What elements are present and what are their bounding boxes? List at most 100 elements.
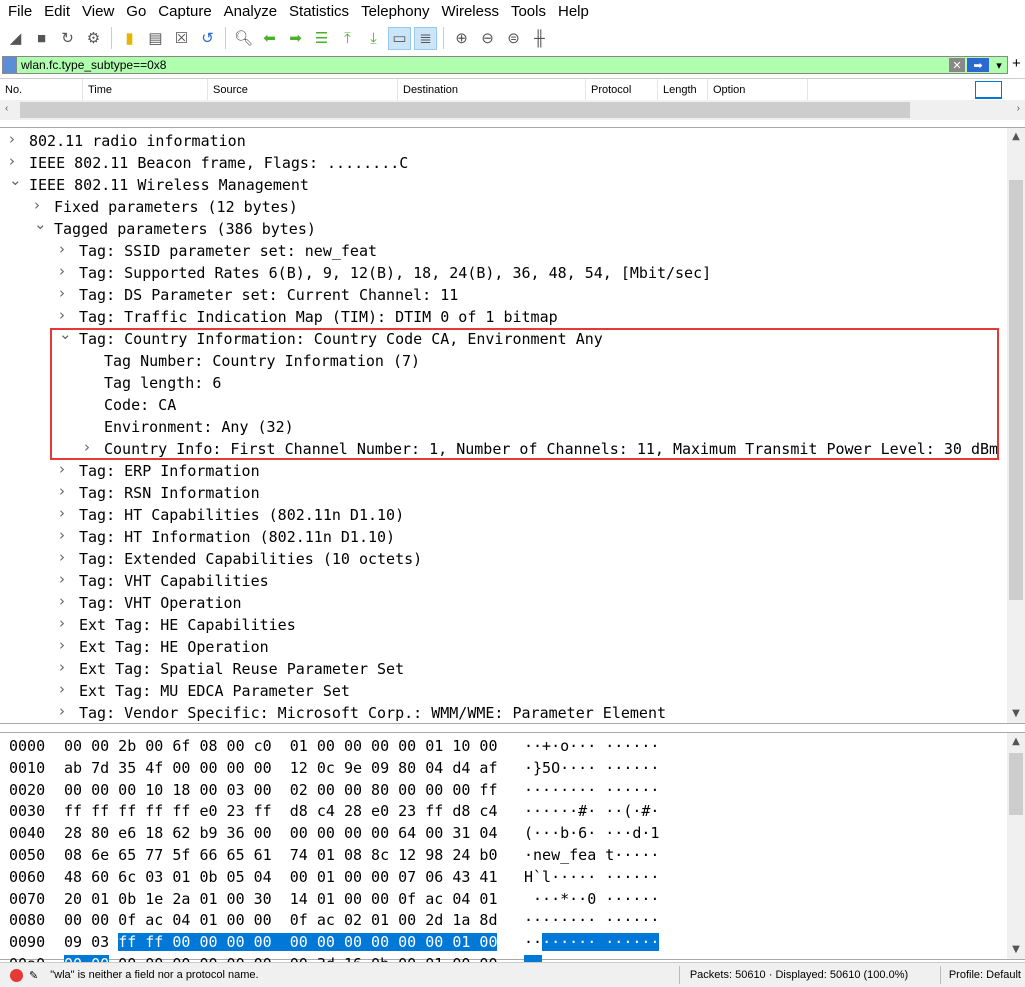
- chevron-right-icon[interactable]: ›: [59, 526, 73, 544]
- ascii-text[interactable]: ···*··0 ······: [524, 890, 659, 908]
- display-filter-input[interactable]: wlan.fc.type_subtype==0x8: [21, 58, 947, 72]
- hex-byte-text[interactable]: 20 01 0b 1e 2a 01 00 30 14 01 00 00 0f a…: [64, 890, 497, 908]
- hex-bytes[interactable]: 20 01 0b 1e 2a 01 00 30 14 01 00 00 0f a…: [64, 888, 499, 910]
- hex-ascii[interactable]: ········ ······-: [524, 909, 661, 931]
- tree-item[interactable]: Fixed parameters (12 bytes): [54, 196, 298, 218]
- start-capture-icon[interactable]: ◢: [4, 27, 27, 50]
- chevron-right-icon[interactable]: ›: [59, 614, 73, 632]
- chevron-right-icon[interactable]: ›: [59, 504, 73, 522]
- tree-item[interactable]: Tag: VHT Capabilities: [79, 570, 269, 592]
- chevron-right-icon[interactable]: ›: [59, 262, 73, 280]
- chevron-right-icon[interactable]: ›: [59, 592, 73, 610]
- chevron-right-icon[interactable]: ›: [34, 196, 48, 214]
- zoom-in-icon[interactable]: ⊕: [450, 27, 473, 50]
- open-file-icon[interactable]: ▮: [118, 27, 141, 50]
- add-filter-button-icon[interactable]: +: [1012, 55, 1021, 72]
- hex-ascii[interactable]: ·new_fea t······: [524, 844, 661, 866]
- column-header-time[interactable]: Time: [83, 79, 208, 101]
- column-edit-box[interactable]: [975, 81, 1002, 99]
- column-header-no[interactable]: No.: [0, 79, 83, 101]
- chevron-right-icon[interactable]: ›: [59, 284, 73, 302]
- menu-tools[interactable]: Tools: [506, 3, 553, 20]
- menu-capture[interactable]: Capture: [153, 3, 218, 20]
- hex-bytes[interactable]: 00 00 00 10 18 00 03 00 02 00 00 80 00 0…: [64, 779, 499, 801]
- ascii-text[interactable]: ········ ······-: [524, 911, 661, 929]
- filter-history-dropdown-icon[interactable]: ▾: [991, 58, 1007, 72]
- hex-ascii[interactable]: H`l····· ·······: [524, 866, 661, 888]
- first-packet-icon[interactable]: ⤒: [336, 27, 359, 50]
- chevron-right-icon[interactable]: ›: [59, 680, 73, 698]
- tree-item[interactable]: Tag: RSN Information: [79, 482, 260, 504]
- tree-item[interactable]: Tag: ERP Information: [79, 460, 260, 482]
- menu-statistics[interactable]: Statistics: [284, 3, 356, 20]
- capture-options-icon[interactable]: ⚙: [82, 27, 105, 50]
- column-header-source[interactable]: Source: [208, 79, 398, 101]
- menu-view[interactable]: View: [77, 3, 121, 20]
- scrollbar-thumb[interactable]: [20, 102, 910, 118]
- menu-file[interactable]: File: [3, 3, 39, 20]
- hex-ascii[interactable]: ·}5O···· ······: [524, 757, 661, 779]
- save-file-icon[interactable]: ▤: [144, 27, 167, 50]
- chevron-right-icon[interactable]: ›: [59, 702, 73, 720]
- find-packet-icon[interactable]: 🔍︎: [232, 27, 255, 50]
- bookmark-icon[interactable]: [3, 57, 17, 73]
- menu-help[interactable]: Help: [553, 3, 596, 20]
- hex-bytes[interactable]: 09 03 ff ff 00 00 00 00 00 00 00 00 00 0…: [64, 931, 499, 953]
- hex-bytes[interactable]: ab 7d 35 4f 00 00 00 00 12 0c 9e 09 80 0…: [64, 757, 499, 779]
- hex-byte-text[interactable]: 00 00 00 10 18 00 03 00 02 00 00 80 00 0…: [64, 781, 497, 799]
- selected-bytes[interactable]: ff ff 00 00 00 00 00 00 00 00 00 00 01 0…: [118, 933, 498, 952]
- menu-wireless[interactable]: Wireless: [436, 3, 506, 20]
- hex-byte-text[interactable]: ab 7d 35 4f 00 00 00 00 12 0c 9e 09 80 0…: [64, 759, 497, 777]
- last-packet-icon[interactable]: ⤓: [362, 27, 385, 50]
- hex-ascii[interactable]: ········ ······: [524, 779, 661, 801]
- close-file-icon[interactable]: ☒: [170, 27, 193, 50]
- normal-size-icon[interactable]: ⊜: [502, 27, 525, 50]
- details-vertical-scrollbar[interactable]: ▲ ▼: [1007, 128, 1025, 723]
- tree-item[interactable]: Tag: Supported Rates 6(B), 9, 12(B), 18,…: [79, 262, 711, 284]
- chevron-down-icon[interactable]: ⌄: [34, 215, 48, 233]
- hex-bytes[interactable]: 28 80 e6 18 62 b9 36 00 00 00 00 00 64 0…: [64, 822, 499, 844]
- ascii-text[interactable]: H`l····· ·······: [524, 868, 661, 886]
- tree-item[interactable]: IEEE 802.11 Beacon frame, Flags: .......…: [29, 152, 408, 174]
- hex-byte-text[interactable]: 00 00 0f ac 04 01 00 00 0f ac 02 01 00 2…: [64, 911, 497, 929]
- hex-byte-text[interactable]: 00 00 2b 00 6f 08 00 c0 01 00 00 00 00 0…: [64, 737, 497, 755]
- chevron-right-icon[interactable]: ›: [59, 306, 73, 324]
- chevron-right-icon[interactable]: ›: [59, 482, 73, 500]
- restart-capture-icon[interactable]: ↻: [56, 27, 79, 50]
- scrollbar-thumb[interactable]: [1009, 753, 1023, 815]
- hex-byte-text[interactable]: 09 03: [64, 933, 118, 951]
- reload-file-icon[interactable]: ↺: [196, 27, 219, 50]
- hex-bytes[interactable]: 00 00 0f ac 04 01 00 00 0f ac 02 01 00 2…: [64, 909, 499, 931]
- tree-item[interactable]: Ext Tag: HE Operation: [79, 636, 269, 658]
- chevron-down-icon[interactable]: ⌄: [9, 171, 23, 189]
- autoscroll-icon[interactable]: ▭: [388, 26, 411, 50]
- chevron-right-icon[interactable]: ›: [59, 658, 73, 676]
- hex-ascii[interactable]: ······#· ··(·#·: [524, 800, 661, 822]
- hex-bytes[interactable]: ff ff ff ff ff e0 23 ff d8 c4 28 e0 23 f…: [64, 800, 499, 822]
- column-header-protocol[interactable]: Protocol: [586, 79, 658, 101]
- error-status-icon[interactable]: [10, 968, 23, 982]
- tree-item[interactable]: Tag: HT Capabilities (802.11n D1.10): [79, 504, 404, 526]
- scrollbar-thumb[interactable]: [1009, 180, 1023, 600]
- tree-item[interactable]: Tagged parameters (386 bytes): [54, 218, 316, 240]
- clear-filter-icon[interactable]: ✕: [949, 58, 965, 72]
- resize-columns-icon[interactable]: ╫: [528, 27, 551, 50]
- menu-analyze[interactable]: Analyze: [219, 3, 284, 20]
- chevron-right-icon[interactable]: ›: [59, 570, 73, 588]
- column-header-length[interactable]: Length: [658, 79, 708, 101]
- menu-go[interactable]: Go: [121, 3, 153, 20]
- hex-ascii[interactable]: (···b·6· ···d·1: [524, 822, 661, 844]
- tree-item[interactable]: Tag: SSID parameter set: new_feat: [79, 240, 377, 262]
- tree-item[interactable]: Tag: Vendor Specific: Microsoft Corp.: W…: [79, 702, 666, 724]
- colorize-icon[interactable]: ≣: [414, 26, 437, 50]
- go-forward-icon[interactable]: ➡: [284, 27, 307, 50]
- hex-byte-text[interactable]: ff ff ff ff ff e0 23 ff d8 c4 28 e0 23 f…: [64, 802, 497, 820]
- column-header-option[interactable]: Option: [708, 79, 808, 101]
- packet-list-horizontal-scrollbar[interactable]: ‹ ›: [0, 100, 1025, 120]
- hex-ascii[interactable]: ··+·o··· ······: [524, 735, 661, 757]
- go-back-icon[interactable]: ⬅: [258, 27, 281, 50]
- ascii-text[interactable]: (···b·6· ···d·1: [524, 824, 659, 842]
- tree-item[interactable]: Ext Tag: HE Capabilities: [79, 614, 296, 636]
- apply-filter-icon[interactable]: ➡: [967, 58, 989, 72]
- hex-bytes[interactable]: 48 60 6c 03 01 0b 05 04 00 01 00 00 07 0…: [64, 866, 499, 888]
